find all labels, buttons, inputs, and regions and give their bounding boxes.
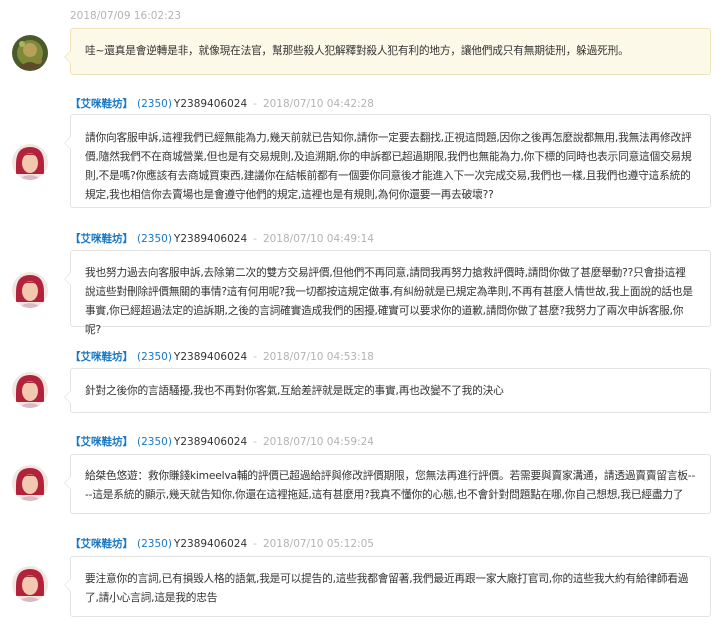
header-separator: - bbox=[253, 98, 257, 110]
shop-name-link[interactable]: 【艾咪鞋坊】 bbox=[70, 351, 133, 363]
message-text: 哇~還真是會逆轉是非，就像現在法官，幫那些殺人犯解釋對殺人犯有利的地方，讓他們成… bbox=[85, 44, 629, 57]
message-text: 針對之後你的言語騷擾,我也不再對你客氣,互給差評就是既定的事實,再也改變不了我的… bbox=[85, 384, 504, 397]
message-timestamp: 2018/07/10 04:49:14 bbox=[262, 233, 374, 245]
seller-avatar-image bbox=[12, 372, 48, 408]
message-text: 給桀色悠遊：救你賺錢kimeelva輔的評價已超過給評與修改評價期限，您無法再進… bbox=[85, 469, 696, 501]
seller-avatar-image bbox=[12, 465, 48, 501]
seller-message-bubble: 針對之後你的言語騷擾,我也不再對你客氣,互給差評就是既定的事實,再也改變不了我的… bbox=[64, 368, 711, 413]
username: Y2389406024 bbox=[173, 351, 248, 363]
message-thread: 2018/07/09 16:02:23 哇~還真是會逆轉是非，就像現在法官，幫那… bbox=[0, 0, 720, 633]
user-id[interactable]: (2350) bbox=[137, 233, 172, 245]
message-header: 【艾咪鞋坊】 (2350) Y2389406024-2018/07/10 04:49… bbox=[70, 231, 374, 246]
message-header: 【艾咪鞋坊】 (2350) Y2389406024-2018/07/10 04:53… bbox=[70, 349, 374, 364]
user-id[interactable]: (2350) bbox=[137, 98, 172, 110]
username: Y2389406024 bbox=[173, 98, 248, 110]
shop-name-link[interactable]: 【艾咪鞋坊】 bbox=[70, 233, 133, 245]
seller-avatar[interactable] bbox=[12, 272, 48, 308]
message-text: 我也努力過去向客服申訴,去除第二次的雙方交易評價,但他們不再同意,請問我再努力搶… bbox=[85, 266, 693, 336]
buyer-message-bubble: 哇~還真是會逆轉是非，就像現在法官，幫那些殺人犯解釋對殺人犯有利的地方，讓他們成… bbox=[64, 28, 711, 75]
seller-avatar[interactable] bbox=[12, 566, 48, 602]
message-text: 請你向客服申訴,這裡我們已經無能為力,幾天前就已告知你,請你一定要去翻找,正視這… bbox=[85, 131, 692, 201]
username: Y2389406024 bbox=[173, 538, 248, 550]
buyer-avatar-image bbox=[12, 35, 48, 71]
user-id[interactable]: (2350) bbox=[137, 538, 172, 550]
user-id[interactable]: (2350) bbox=[137, 436, 172, 448]
header-separator: - bbox=[253, 233, 257, 245]
message-timestamp: 2018/07/10 04:42:28 bbox=[262, 98, 374, 110]
message-header: 【艾咪鞋坊】 (2350) Y2389406024-2018/07/10 04:59… bbox=[70, 434, 374, 449]
shop-name-link[interactable]: 【艾咪鞋坊】 bbox=[70, 436, 133, 448]
seller-avatar-image bbox=[12, 144, 48, 180]
user-id[interactable]: (2350) bbox=[137, 351, 172, 363]
seller-message-bubble: 要注意你的言詞,已有損毀人格的語氣,我是可以提告的,這些我都會留著,我們最近再跟… bbox=[64, 556, 711, 617]
message-header: 【艾咪鞋坊】 (2350) Y2389406024-2018/07/10 05:12… bbox=[70, 536, 374, 551]
seller-avatar[interactable] bbox=[12, 372, 48, 408]
message-timestamp: 2018/07/10 05:12:05 bbox=[262, 538, 374, 550]
message-timestamp: 2018/07/09 16:02:23 bbox=[70, 10, 182, 22]
seller-avatar-image bbox=[12, 272, 48, 308]
username: Y2389406024 bbox=[173, 436, 248, 448]
buyer-avatar[interactable] bbox=[12, 35, 48, 71]
header-separator: - bbox=[253, 538, 257, 550]
header-separator: - bbox=[253, 436, 257, 448]
seller-avatar[interactable] bbox=[12, 144, 48, 180]
message-timestamp: 2018/07/10 04:59:24 bbox=[262, 436, 374, 448]
message-timestamp: 2018/07/10 04:53:18 bbox=[262, 351, 374, 363]
username: Y2389406024 bbox=[173, 233, 248, 245]
seller-avatar-image bbox=[12, 566, 48, 602]
seller-message-bubble: 請你向客服申訴,這裡我們已經無能為力,幾天前就已告知你,請你一定要去翻找,正視這… bbox=[64, 114, 711, 208]
seller-message-bubble: 我也努力過去向客服申訴,去除第二次的雙方交易評價,但他們不再同意,請問我再努力搶… bbox=[64, 250, 711, 336]
shop-name-link[interactable]: 【艾咪鞋坊】 bbox=[70, 538, 133, 550]
message-header: 【艾咪鞋坊】 (2350) Y2389406024-2018/07/10 04:42… bbox=[70, 96, 374, 111]
message-text: 要注意你的言詞,已有損毀人格的語氣,我是可以提告的,這些我都會留著,我們最近再跟… bbox=[85, 572, 689, 604]
header-separator: - bbox=[253, 351, 257, 363]
seller-avatar[interactable] bbox=[12, 465, 48, 501]
shop-name-link[interactable]: 【艾咪鞋坊】 bbox=[70, 98, 133, 110]
seller-message-bubble: 給桀色悠遊：救你賺錢kimeelva輔的評價已超過給評與修改評價期限，您無法再進… bbox=[64, 454, 711, 514]
